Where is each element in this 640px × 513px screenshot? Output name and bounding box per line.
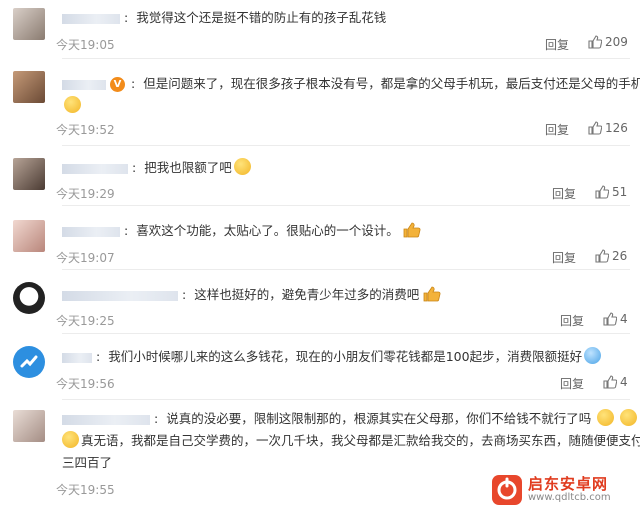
username[interactable] xyxy=(62,290,178,301)
emoji-icon xyxy=(233,158,251,175)
timestamp: 今天19:05 xyxy=(56,38,115,52)
comment-text-line: : 这样也挺好的，避免青少年过多的消费吧 xyxy=(62,284,442,309)
comment-text-line-3: 三四百了 xyxy=(62,452,112,474)
comment-1: : 我觉得这个还是挺不错的防止有的孩子乱花钱 今天19:05 回复 209 xyxy=(0,0,640,59)
vip-badge-icon: V xyxy=(110,77,125,92)
comment-text: 把我也限额了吧 xyxy=(144,160,232,175)
avatar[interactable] xyxy=(13,346,45,378)
comment-text-continued-2: 三四百了 xyxy=(62,455,113,470)
timestamp: 今天19:29 xyxy=(56,187,115,201)
like-button[interactable]: 51 xyxy=(595,185,627,199)
reply-button[interactable]: 回复 xyxy=(545,36,569,53)
thumbs-up-icon xyxy=(603,312,618,326)
emoji-icon xyxy=(584,347,602,364)
emoji-icon xyxy=(64,96,81,113)
comment-text-line: : 把我也限额了吧 xyxy=(62,157,251,179)
comment-emoji-line xyxy=(62,95,81,117)
avatar[interactable] xyxy=(13,71,45,103)
comment-text-continued: 真无语，我都是自己交学费的，一次几千块，我父母都是汇款给我交的，去商场买东西，随… xyxy=(81,433,640,448)
app-logo-icon xyxy=(20,355,38,368)
thumbs-up-icon xyxy=(595,185,610,199)
comment-text-line: : 我觉得这个还是挺不错的防止有的孩子乱花钱 xyxy=(62,7,386,29)
like-count: 4 xyxy=(620,312,628,326)
watermark-logo-icon xyxy=(492,475,522,505)
reply-button[interactable]: 回复 xyxy=(560,375,584,392)
like-button[interactable]: 4 xyxy=(603,312,628,326)
reply-button[interactable]: 回复 xyxy=(552,249,576,266)
like-button[interactable]: 209 xyxy=(588,35,628,49)
comment-6: : 我们小时候哪儿来的这么多钱花，现在的小朋友们零花钱都是100起步，消费限额挺好… xyxy=(0,334,640,400)
username[interactable] xyxy=(62,13,120,24)
timestamp: 今天19:07 xyxy=(56,251,115,265)
timestamp: 今天19:25 xyxy=(56,314,115,328)
timestamp: 今天19:52 xyxy=(56,123,115,137)
like-count: 126 xyxy=(605,121,628,135)
like-count: 51 xyxy=(612,185,628,199)
username[interactable] xyxy=(62,226,120,237)
comment-3: : 把我也限额了吧 今天19:29 回复 51 xyxy=(0,146,640,206)
avatar[interactable] xyxy=(13,158,45,190)
like-button[interactable]: 126 xyxy=(588,121,628,135)
thumbs-up-icon xyxy=(603,375,618,389)
comment-text-line: V: 但是问题来了，现在很多孩子根本没有号，都是拿的父母手机玩，最后支付还是父母的… xyxy=(62,73,640,95)
like-count: 209 xyxy=(605,35,628,49)
username[interactable] xyxy=(62,163,128,174)
watermark: 启东安卓网 www.qdltcb.com xyxy=(492,473,632,509)
comment-text-line: : 我们小时候哪儿来的这么多钱花，现在的小朋友们零花钱都是100起步，消费限额挺好 xyxy=(62,346,602,368)
timestamp: 今天19:55 xyxy=(56,483,115,497)
comment-text: 这样也挺好的，避免青少年过多的消费吧 xyxy=(194,287,420,302)
comment-2: V: 但是问题来了，现在很多孩子根本没有号，都是拿的父母手机玩，最后支付还是父母的… xyxy=(0,59,640,146)
like-button[interactable]: 4 xyxy=(603,375,628,389)
watermark-name: 启东安卓网 xyxy=(528,475,609,493)
reply-button[interactable]: 回复 xyxy=(545,121,569,138)
emoji-icon xyxy=(620,409,638,426)
watermark-url: www.qdltcb.com xyxy=(528,492,611,503)
thumbs-up-icon xyxy=(595,249,610,263)
avatar[interactable] xyxy=(13,410,45,442)
username[interactable] xyxy=(62,352,92,363)
username[interactable] xyxy=(62,79,106,90)
comment-text-line-2: 真无语，我都是自己交学费的，一次几千块，我父母都是汇款给我交的，去商场买东西，随… xyxy=(62,430,640,452)
comment-text: 我们小时候哪儿来的这么多钱花，现在的小朋友们零花钱都是100起步，消费限额挺好 xyxy=(108,349,583,364)
username[interactable] xyxy=(62,414,150,425)
avatar[interactable] xyxy=(13,8,45,40)
comment-4: : 喜欢这个功能，太贴心了。很贴心的一个设计。 今天19:07 回复 26 xyxy=(0,206,640,270)
comment-text: 我觉得这个还是挺不错的防止有的孩子乱花钱 xyxy=(136,10,387,25)
timestamp: 今天19:56 xyxy=(56,377,115,391)
comment-text: 说真的没必要，限制这限制那的，根源其实在父母那，你们不给钱不就行了吗 xyxy=(166,411,592,426)
thumbs-up-icon xyxy=(588,121,603,135)
like-button[interactable]: 26 xyxy=(595,249,627,263)
like-count: 4 xyxy=(620,375,628,389)
avatar[interactable] xyxy=(13,220,45,252)
comment-text-line: : 喜欢这个功能，太贴心了。很贴心的一个设计。 xyxy=(62,220,422,245)
thumbs-up-emoji-icon xyxy=(422,286,442,309)
like-count: 26 xyxy=(612,249,628,263)
avatar[interactable] xyxy=(13,282,45,314)
comment-text: 喜欢这个功能，太贴心了。很贴心的一个设计。 xyxy=(136,223,399,238)
comment-text: 但是问题来了，现在很多孩子根本没有号，都是拿的父母手机玩，最后支付还是父母的手机 xyxy=(143,76,640,91)
emoji-icon xyxy=(597,409,615,426)
thumbs-up-icon xyxy=(588,35,603,49)
thumbs-up-emoji-icon xyxy=(402,222,422,245)
reply-button[interactable]: 回复 xyxy=(552,185,576,202)
emoji-icon xyxy=(62,431,79,448)
comment-text-line: : 说真的没必要，限制这限制那的，根源其实在父母那，你们不给钱不就行了吗 xyxy=(62,408,638,430)
reply-button[interactable]: 回复 xyxy=(560,312,584,329)
comment-5: : 这样也挺好的，避免青少年过多的消费吧 今天19:25 回复 4 xyxy=(0,270,640,334)
